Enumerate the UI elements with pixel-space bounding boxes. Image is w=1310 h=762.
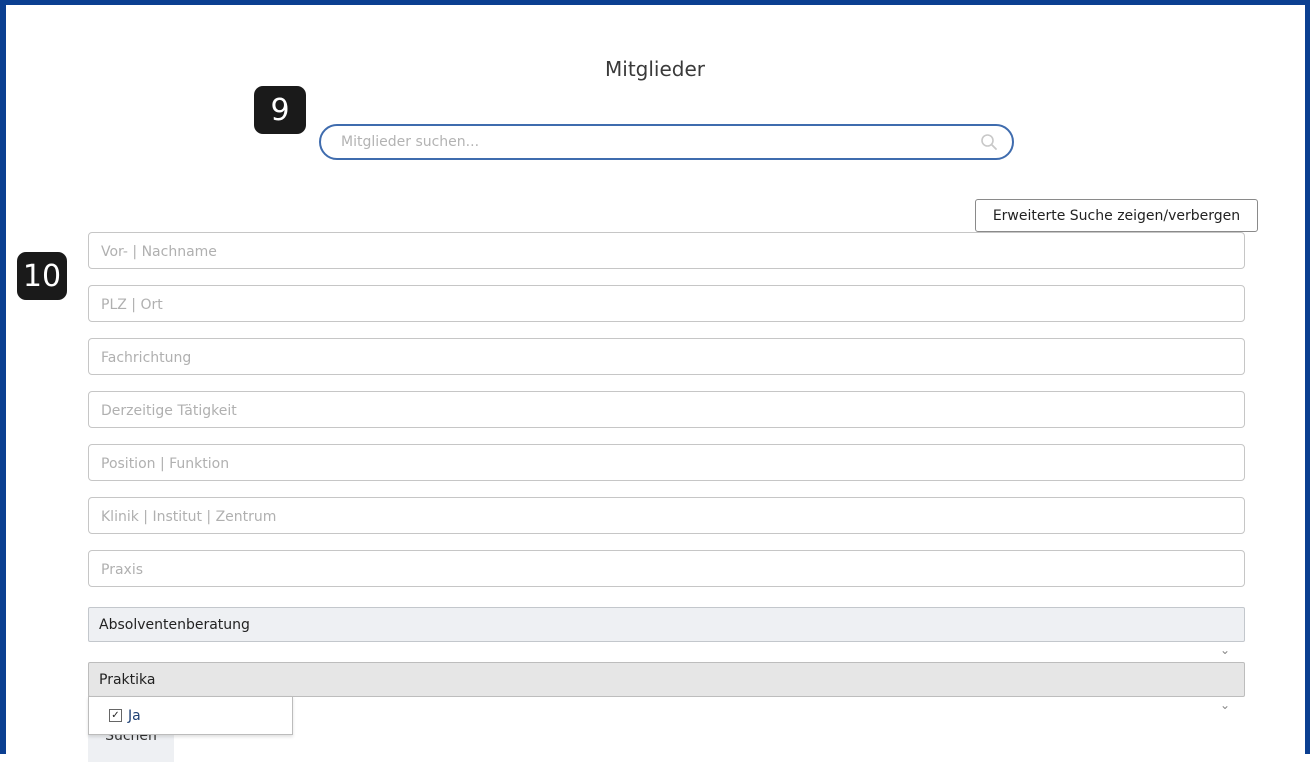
specialty-input[interactable] — [99, 339, 1238, 376]
practice-field[interactable] — [88, 550, 1245, 588]
checkbox-checked-icon[interactable]: ✓ — [109, 709, 122, 722]
internship-select[interactable]: Praktika — [88, 662, 1245, 697]
position-input[interactable] — [99, 445, 1238, 482]
position-field[interactable] — [88, 444, 1245, 482]
current-activity-field[interactable] — [88, 391, 1245, 429]
internship-dropdown: ✓ Ja — [88, 696, 293, 735]
internship-option-yes[interactable]: Ja — [128, 708, 141, 724]
name-field[interactable] — [88, 232, 1245, 270]
specialty-field[interactable] — [88, 338, 1245, 376]
step-badge-9: 9 — [254, 86, 306, 134]
clinic-field[interactable] — [88, 497, 1245, 535]
clinic-input[interactable] — [99, 498, 1238, 535]
current-activity-input[interactable] — [99, 392, 1238, 429]
zip-city-input[interactable] — [99, 286, 1238, 323]
advanced-search-toggle-button[interactable]: Erweiterte Suche zeigen/verbergen — [975, 199, 1258, 232]
chevron-down-icon[interactable]: ⌄ — [1220, 643, 1230, 657]
member-search-input[interactable] — [339, 133, 980, 151]
name-input[interactable] — [99, 233, 1238, 270]
member-search-box[interactable] — [319, 124, 1014, 160]
search-icon[interactable] — [980, 133, 998, 151]
zip-city-field[interactable] — [88, 285, 1245, 323]
chevron-down-icon[interactable]: ⌄ — [1220, 698, 1230, 712]
graduate-advice-select-label: Absolventenberatung — [99, 616, 250, 633]
step-badge-10: 10 — [17, 252, 67, 300]
page-title: Mitglieder — [605, 57, 705, 81]
practice-input[interactable] — [99, 551, 1238, 588]
graduate-advice-select[interactable]: Absolventenberatung — [88, 607, 1245, 642]
internship-select-label: Praktika — [99, 671, 156, 688]
